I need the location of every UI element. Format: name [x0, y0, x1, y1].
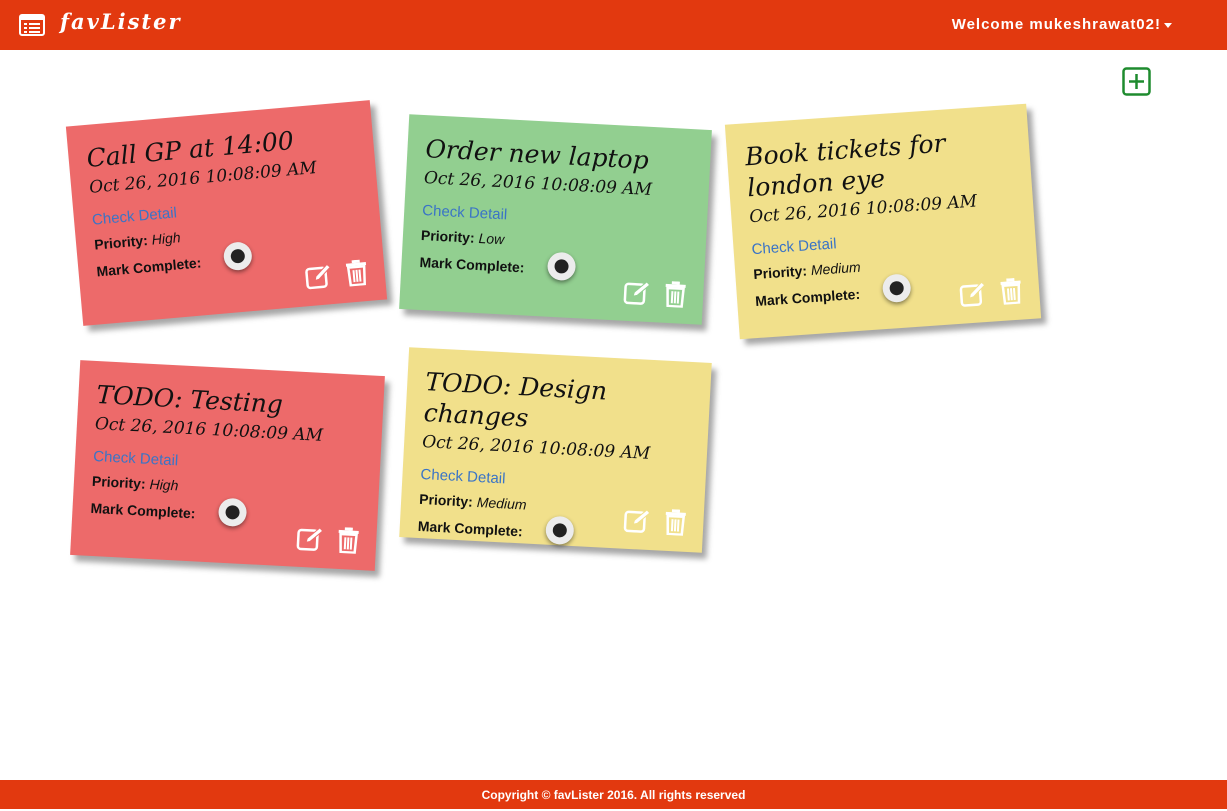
priority-value: Medium [810, 258, 862, 279]
note-title: TODO: Design changes [423, 367, 608, 433]
mark-complete-radio[interactable] [546, 251, 577, 282]
user-welcome-menu[interactable]: Welcome mukeshrawat02! [952, 16, 1161, 33]
priority-value: High [149, 475, 179, 494]
note-card: Order new laptop Oct 26, 2016 10:08:09 A… [399, 114, 712, 325]
edit-icon[interactable] [623, 507, 652, 534]
mark-complete-radio[interactable] [881, 273, 912, 304]
edit-icon[interactable] [623, 279, 652, 306]
priority-label: Priority: [93, 231, 149, 253]
trash-icon[interactable] [661, 509, 690, 537]
footer: Copyright © favLister 2016. All rights r… [0, 780, 1227, 809]
caret-down-icon[interactable] [1164, 23, 1172, 28]
plus-square-icon[interactable] [1122, 67, 1151, 96]
mark-complete-label: Mark Complete: [419, 253, 525, 276]
priority-label: Priority: [418, 490, 474, 510]
note-actions [623, 507, 690, 537]
trash-icon[interactable] [342, 259, 372, 287]
mark-complete-label: Mark Complete: [754, 285, 861, 310]
note-actions [623, 279, 690, 309]
trash-icon[interactable] [996, 277, 1026, 306]
priority-label: Priority: [91, 472, 147, 492]
note-actions [958, 277, 1026, 308]
note-card: TODO: Testing Oct 26, 2016 10:08:09 AM C… [70, 360, 385, 571]
edit-icon[interactable] [296, 525, 325, 552]
mark-complete-radio[interactable] [222, 241, 253, 272]
mark-complete-label: Mark Complete: [90, 499, 196, 522]
mark-complete-radio[interactable] [545, 515, 575, 546]
mark-complete-label: Mark Complete: [417, 517, 524, 540]
mark-complete-label: Mark Complete: [95, 254, 202, 280]
top-navbar: favLister Welcome mukeshrawat02! [0, 0, 1227, 50]
brand-logo[interactable]: favLister [60, 9, 182, 34]
priority-value: High [151, 229, 182, 248]
priority-value: Medium [476, 493, 528, 513]
trash-icon[interactable] [334, 527, 363, 555]
note-card: TODO: Design changes Oct 26, 2016 10:08:… [399, 347, 712, 553]
list-icon[interactable] [19, 14, 45, 36]
copyright-text: Copyright © favLister 2016. All rights r… [481, 788, 746, 802]
priority-label: Priority: [420, 226, 476, 246]
trash-icon[interactable] [661, 281, 690, 309]
priority-label: Priority: [752, 262, 808, 283]
note-card: Call GP at 14:00 Oct 26, 2016 10:08:09 A… [65, 100, 388, 326]
mark-complete-radio[interactable] [217, 497, 248, 528]
note-actions [304, 259, 372, 291]
edit-icon[interactable] [958, 280, 988, 308]
priority-value: Low [478, 230, 505, 248]
note-actions [296, 525, 363, 555]
note-card: Book tickets for london eye Oct 26, 2016… [724, 103, 1042, 340]
edit-icon[interactable] [304, 262, 334, 290]
